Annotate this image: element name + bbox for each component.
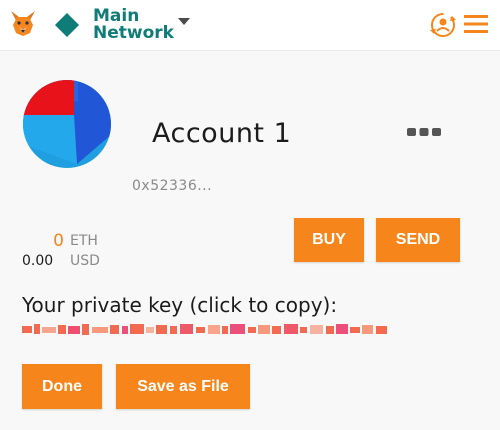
account-name[interactable]: Account 1 xyxy=(152,118,291,149)
account-identicon[interactable] xyxy=(22,79,112,169)
usd-unit: USD xyxy=(70,253,100,269)
save-as-file-button[interactable]: Save as File xyxy=(116,364,250,409)
more-options-icon[interactable] xyxy=(406,126,442,138)
buy-button[interactable]: BUY xyxy=(294,218,364,262)
private-key-label: Your private key (click to copy): xyxy=(22,293,338,317)
chevron-down-icon[interactable] xyxy=(178,18,190,26)
account-address[interactable]: 0x52336... xyxy=(132,178,212,194)
network-diamond-icon[interactable] xyxy=(54,12,80,38)
account-sync-icon[interactable] xyxy=(428,10,458,40)
usd-balance: 0.00 xyxy=(22,253,54,269)
metamask-fox-icon[interactable] xyxy=(8,8,38,38)
private-key-value[interactable] xyxy=(22,323,388,337)
hamburger-menu-icon[interactable] xyxy=(462,12,490,36)
send-button[interactable]: SEND xyxy=(376,218,460,262)
done-button[interactable]: Done xyxy=(22,364,102,409)
network-selector[interactable]: Main Network xyxy=(93,8,174,43)
eth-unit: ETH xyxy=(70,233,98,249)
top-bar: Main Network xyxy=(0,0,500,51)
account-detail-panel: Account 1 0x52336... 0 ETH 0.00 USD BUY … xyxy=(0,51,500,430)
eth-balance: 0 xyxy=(53,231,64,251)
network-name-line2: Network xyxy=(93,23,174,43)
